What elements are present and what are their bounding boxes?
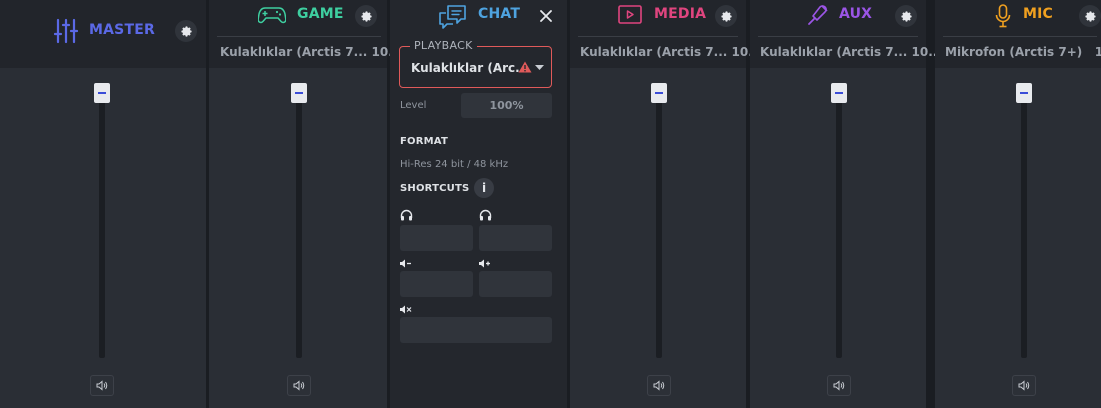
gear-icon (360, 10, 372, 22)
mute-button[interactable] (647, 375, 671, 396)
playback-device-value: Kulaklıklar (Arc... (411, 61, 529, 75)
cable-icon (808, 5, 828, 25)
channel-game: GAME Kulaklıklar (Arctis 7... 10... (209, 0, 402, 408)
output-device-name[interactable]: Kulaklıklar (Arctis 7... 10... (580, 45, 762, 59)
channel-title: CHAT (478, 6, 521, 22)
mute-button[interactable] (287, 375, 311, 396)
speaker-icon (96, 380, 108, 391)
warning-icon (518, 61, 532, 73)
close-icon (540, 10, 552, 22)
volume-slider-track[interactable] (296, 100, 302, 358)
divider (217, 36, 381, 37)
channel-header: MASTER (0, 0, 206, 68)
gear-icon (720, 10, 732, 22)
channel-header: AUX Kulaklıklar (Arctis 7... 10... (750, 0, 942, 68)
volume-slider-track[interactable] (99, 100, 105, 358)
shortcut-input[interactable] (400, 317, 552, 343)
microphone-icon (995, 4, 1011, 28)
format-heading: FORMAT (400, 136, 448, 147)
volume-slider-knob[interactable] (831, 83, 847, 103)
gear-icon (900, 10, 912, 22)
divider (943, 36, 1097, 37)
channel-mic: MIC Mikrofon (Arctis 7+) 10... (935, 0, 1101, 408)
chat-bubbles-icon (439, 5, 466, 29)
gear-icon (180, 25, 192, 37)
level-input[interactable]: 100% (461, 93, 552, 118)
shortcut-input[interactable] (400, 225, 473, 251)
output-device-name[interactable]: Kulaklıklar (Arctis 7... 10... (220, 45, 402, 59)
divider (578, 36, 738, 37)
volume-slider-knob[interactable] (651, 83, 667, 103)
channel-title: GAME (297, 6, 344, 22)
speaker-icon (293, 380, 305, 391)
mute-button[interactable] (90, 375, 114, 396)
play-screen-icon (618, 5, 642, 24)
mute-button[interactable] (1012, 375, 1036, 396)
playback-label: PLAYBACK (410, 39, 477, 52)
speaker-icon (833, 380, 845, 391)
volume-slider-track[interactable] (1021, 100, 1027, 358)
settings-gear-button[interactable] (715, 5, 737, 27)
settings-gear-button[interactable] (1079, 5, 1101, 27)
format-value: Hi-Res 24 bit / 48 kHz (400, 159, 509, 170)
settings-gear-button[interactable] (355, 5, 377, 27)
channel-title: MASTER (89, 22, 155, 38)
volume-down-icon (400, 259, 411, 268)
mixer-sliders-icon (54, 18, 78, 44)
close-panel-button[interactable] (536, 6, 556, 26)
volume-mute-icon (400, 305, 412, 314)
level-label: Level (400, 100, 427, 111)
speaker-icon (1018, 380, 1030, 391)
mute-button[interactable] (827, 375, 851, 396)
channel-title: MIC (1023, 6, 1054, 22)
volume-slider-knob[interactable] (291, 83, 307, 103)
shortcut-input[interactable] (479, 225, 552, 251)
volume-slider-knob[interactable] (94, 83, 110, 103)
gear-icon (1084, 10, 1096, 22)
settings-gear-button[interactable] (895, 5, 917, 27)
speaker-icon (653, 380, 665, 391)
volume-up-icon (479, 259, 490, 268)
output-device-name[interactable]: Kulaklıklar (Arctis 7... 10... (760, 45, 942, 59)
headphones-icon (400, 209, 413, 221)
shortcut-input[interactable] (479, 271, 552, 297)
headphones-icon (479, 209, 492, 221)
chevron-down-icon (535, 65, 544, 70)
channel-media: MEDIA Kulaklıklar (Arctis 7... 10... (570, 0, 762, 408)
channel-master: MASTER (0, 0, 206, 408)
sonar-mixer: MASTER GAME Kulaklıklar (Arctis 7... 10.… (0, 0, 1101, 408)
volume-slider-track[interactable] (836, 100, 842, 358)
volume-slider-track[interactable] (656, 100, 662, 358)
volume-slider-knob[interactable] (1016, 83, 1032, 103)
channel-title: MEDIA (654, 6, 707, 22)
playback-device-select[interactable]: PLAYBACK Kulaklıklar (Arc... (399, 39, 552, 88)
gamepad-icon (258, 7, 286, 24)
channel-header: GAME Kulaklıklar (Arctis 7... 10... (209, 0, 402, 68)
settings-gear-button[interactable] (175, 20, 197, 42)
channel-aux: AUX Kulaklıklar (Arctis 7... 10... (750, 0, 942, 408)
input-device-name[interactable]: Mikrofon (Arctis 7+) 10... (945, 45, 1101, 59)
shortcut-input[interactable] (400, 271, 473, 297)
channel-header: MEDIA Kulaklıklar (Arctis 7... 10... (570, 0, 762, 68)
channel-header: MIC Mikrofon (Arctis 7+) 10... (935, 0, 1101, 68)
divider (758, 36, 918, 37)
channel-chat: CHAT PLAYBACK Kulaklıklar (Arc... Level … (390, 0, 567, 408)
channel-title: AUX (839, 6, 873, 22)
shortcuts-heading: SHORTCUTS (400, 183, 470, 194)
info-button[interactable]: i (474, 178, 494, 198)
